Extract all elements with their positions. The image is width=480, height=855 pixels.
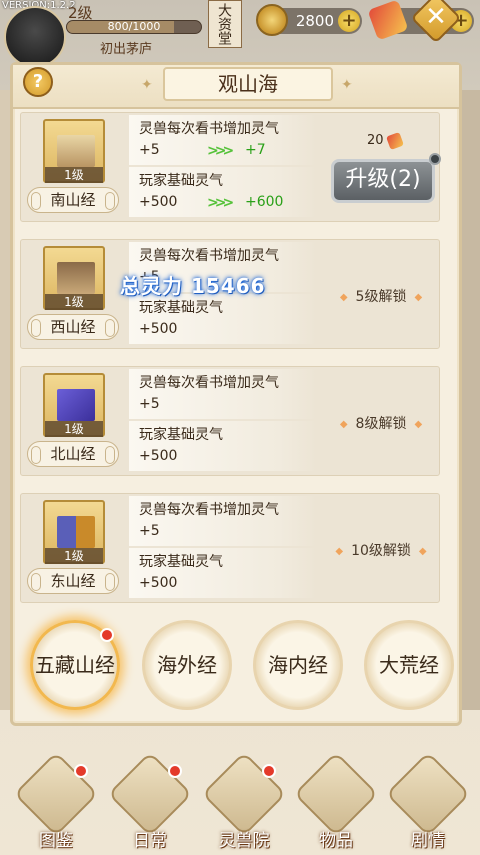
stat-value: +500: [139, 448, 178, 464]
scripture-row-beishan: 1级 北山经 灵兽每次看书增加灵气 +5 玩家基础灵气 +500 8级解锁: [20, 366, 440, 476]
book-level: 1级: [45, 548, 103, 564]
stat-label: 灵兽每次看书增加灵气: [139, 502, 279, 518]
star-ornament-icon: ✦: [141, 77, 153, 93]
nav-label: 图鉴: [39, 831, 73, 851]
hall-sign: 大资堂: [208, 0, 242, 48]
daily-icon: [107, 751, 193, 837]
upgrade-arrow-icon: >>>: [207, 143, 234, 159]
stat-beast-spirit: 灵兽每次看书增加灵气 +5 >>> +7: [129, 115, 317, 165]
tab-haiwai[interactable]: 海外经: [142, 620, 232, 710]
help-button[interactable]: ?: [23, 67, 53, 97]
stat-base-spirit: 玩家基础灵气 +500: [129, 294, 317, 344]
book-name: 北山经: [27, 441, 119, 467]
background-right-edge: [460, 90, 480, 710]
close-icon[interactable]: ✕: [418, 0, 454, 36]
add-coin-button[interactable]: +: [338, 10, 360, 32]
stat-value: +500: [139, 194, 178, 210]
nav-label: 日常: [133, 831, 167, 851]
stat-value: +500: [139, 575, 178, 591]
book-level: 1级: [45, 421, 103, 437]
notification-dot: [429, 153, 441, 165]
star-ornament-icon: ✦: [341, 77, 353, 93]
notification-dot: [262, 764, 276, 778]
nav-story[interactable]: 剧情: [385, 751, 471, 855]
stat-value: +5: [139, 396, 160, 412]
book-frame[interactable]: 1级 东山经: [25, 498, 121, 594]
nav-label: 剧情: [411, 831, 445, 851]
book-name: 南山经: [27, 187, 119, 213]
stat-base-spirit: 玩家基础灵气 +500 >>> +600: [129, 167, 317, 217]
story-icon: [385, 751, 471, 837]
unlock-requirement: 5级解锁: [321, 286, 441, 306]
stat-value: +500: [139, 321, 178, 337]
stat-beast-spirit: 灵兽每次看书增加灵气 +5: [129, 496, 317, 546]
nav-daily[interactable]: 日常: [107, 751, 193, 855]
player-rank: 初出茅庐: [100, 42, 153, 57]
scroll-book-icon: [57, 135, 95, 167]
coin-value: 2800: [295, 12, 334, 30]
unlock-requirement: 10级解锁: [321, 540, 441, 560]
stat-base-spirit: 玩家基础灵气 +500: [129, 421, 317, 471]
notification-dot: [74, 764, 88, 778]
stat-base-spirit: 玩家基础灵气 +500: [129, 548, 317, 598]
items-icon: [293, 751, 379, 837]
nav-label: 灵兽院: [218, 831, 270, 851]
scripture-row-dongshan: 1级 东山经 灵兽每次看书增加灵气 +5 玩家基础灵气 +500 10级解锁: [20, 493, 440, 603]
coin-resource: 2800 +: [256, 4, 362, 36]
beast-court-icon: [201, 751, 287, 837]
stat-label: 玩家基础灵气: [139, 554, 223, 570]
upgrade-cost-value: 20: [367, 133, 384, 148]
nav-beast-court[interactable]: 灵兽院: [201, 751, 287, 855]
book-frame[interactable]: 1级 北山经: [25, 371, 121, 467]
book-level: 1级: [45, 167, 103, 183]
notification-dot: [100, 628, 114, 642]
book-name: 西山经: [27, 314, 119, 340]
book-frame[interactable]: 1级 西山经: [25, 244, 121, 340]
total-power-popup: 总灵力 15466: [120, 274, 266, 298]
book-name: 东山经: [27, 568, 119, 594]
panel-title: 观山海: [163, 67, 333, 101]
stat-label: 灵兽每次看书增加灵气: [139, 121, 279, 137]
notification-dot: [168, 764, 182, 778]
exp-text: 800/1000: [107, 20, 161, 33]
panel-header: ? 观山海 ✦ ✦: [13, 65, 459, 109]
book-level: 1级: [45, 294, 103, 310]
scripture-row-nanshan: 1级 南山经 灵兽每次看书增加灵气 +5 >>> +7 玩家基础灵气 +500 …: [20, 112, 441, 222]
bundle-book-icon: [57, 262, 95, 294]
coin-icon: [256, 4, 288, 36]
stat-beast-spirit: 灵兽每次看书增加灵气 +5: [129, 369, 317, 419]
stat-next-value: +600: [245, 194, 284, 210]
album-icon: [13, 751, 99, 837]
nav-album[interactable]: 图鉴: [13, 751, 99, 855]
stat-label: 灵兽每次看书增加灵气: [139, 248, 279, 264]
tab-hainei[interactable]: 海内经: [253, 620, 343, 710]
blue-book-icon: [57, 389, 95, 421]
stat-label: 玩家基础灵气: [139, 173, 223, 189]
book-stack-icon: [57, 516, 95, 548]
unlock-requirement: 8级解锁: [321, 413, 441, 433]
upgrade-arrow-icon: >>>: [207, 195, 234, 211]
player-avatar[interactable]: [4, 6, 66, 68]
nav-label: 物品: [319, 831, 353, 851]
book-frame[interactable]: 1级 南山经: [25, 117, 121, 213]
stat-label: 灵兽每次看书增加灵气: [139, 375, 279, 391]
stat-label: 玩家基础灵气: [139, 300, 223, 316]
stat-label: 玩家基础灵气: [139, 427, 223, 443]
nav-items[interactable]: 物品: [293, 751, 379, 855]
scroll-icon: [385, 131, 404, 150]
tab-dahuang[interactable]: 大荒经: [364, 620, 454, 710]
upgrade-cost: 20: [367, 131, 404, 150]
stat-value: +5: [139, 142, 160, 158]
upgrade-button[interactable]: 升级(2): [331, 159, 435, 203]
stat-next-value: +7: [245, 142, 266, 158]
stat-value: +5: [139, 523, 160, 539]
